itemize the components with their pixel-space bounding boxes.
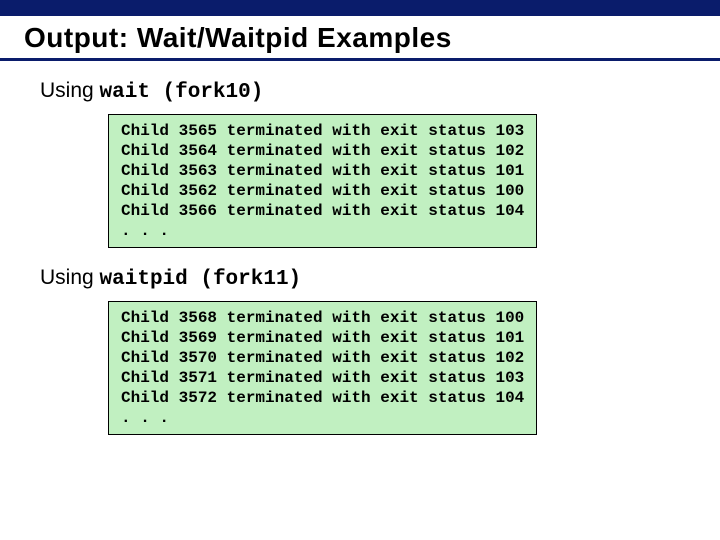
code-line: Child 3569 terminated with exit status 1… — [121, 328, 524, 348]
code-line: Child 3565 terminated with exit status 1… — [121, 121, 524, 141]
section-label-waitpid: Using waitpid (fork11) — [40, 266, 720, 291]
section-label-wait-prefix: Using — [40, 79, 100, 102]
code-line: Child 3568 terminated with exit status 1… — [121, 308, 524, 328]
code-line: . . . — [121, 221, 524, 241]
page-title: Output: Wait/Waitpid Examples — [0, 16, 720, 61]
section-label-wait-mono: wait (fork10) — [100, 81, 264, 104]
section-label-wait: Using wait (fork10) — [40, 79, 720, 104]
code-line: . . . — [121, 408, 524, 428]
code-line: Child 3572 terminated with exit status 1… — [121, 388, 524, 408]
code-line: Child 3566 terminated with exit status 1… — [121, 201, 524, 221]
top-accent-bar — [0, 0, 720, 16]
content-area: Using wait (fork10) Child 3565 terminate… — [0, 61, 720, 435]
code-line: Child 3563 terminated with exit status 1… — [121, 161, 524, 181]
code-line: Child 3570 terminated with exit status 1… — [121, 348, 524, 368]
section-label-waitpid-mono: waitpid (fork11) — [100, 268, 302, 291]
code-line: Child 3571 terminated with exit status 1… — [121, 368, 524, 388]
codebox-wait: Child 3565 terminated with exit status 1… — [108, 114, 537, 248]
code-line: Child 3564 terminated with exit status 1… — [121, 141, 524, 161]
codebox-waitpid: Child 3568 terminated with exit status 1… — [108, 301, 537, 435]
section-label-waitpid-prefix: Using — [40, 266, 100, 289]
code-line: Child 3562 terminated with exit status 1… — [121, 181, 524, 201]
